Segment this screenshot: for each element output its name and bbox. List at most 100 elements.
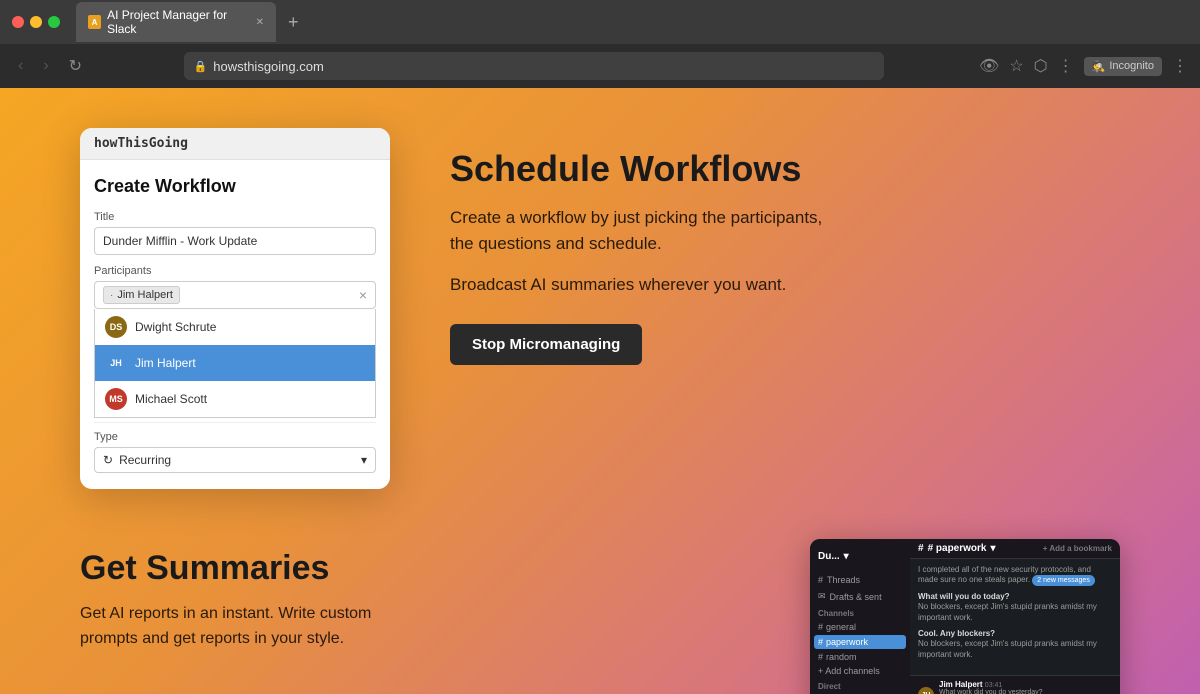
slack-msg-2: What will you do today? No blockers, exc… xyxy=(918,592,1112,623)
chip-bullet: · xyxy=(110,290,113,301)
menu-icon[interactable]: ⋮ xyxy=(1172,56,1188,76)
general-label: general xyxy=(826,622,856,632)
forward-button[interactable]: › xyxy=(37,53,54,79)
threads-label: Threads xyxy=(827,575,860,585)
card-title: Create Workflow xyxy=(94,176,376,197)
dropdown-item-michael[interactable]: MS Michael Scott xyxy=(95,381,375,417)
random-label: random xyxy=(826,652,857,662)
general-hash: # xyxy=(818,622,823,632)
participants-box[interactable]: · Jim Halpert × xyxy=(94,281,376,309)
bottom-section: Get Summaries Get AI reports in an insta… xyxy=(0,519,1200,694)
tab-favicon-icon: A xyxy=(88,15,101,29)
slack-header-chevron: ▾ xyxy=(990,543,995,554)
tab-close-icon[interactable]: ✕ xyxy=(256,17,264,28)
slack-user-info: Jim Halpert 03:41 What work did you do y… xyxy=(939,680,1112,694)
avatar-dwight: DS xyxy=(105,316,127,338)
address-bar[interactable]: 🔒 howsthisgoing.com xyxy=(184,52,884,80)
back-button[interactable]: ‹ xyxy=(12,53,29,79)
slack-channel-hash: # xyxy=(918,543,924,554)
card-header-bar: howThisGoing xyxy=(80,128,390,160)
avatar-michael: MS xyxy=(105,388,127,410)
participants-clear-icon[interactable]: × xyxy=(359,287,367,303)
incognito-badge: 🕵 Incognito xyxy=(1084,57,1162,76)
paperwork-hash: # xyxy=(818,637,823,647)
extensions-icon[interactable]: ⬡ xyxy=(1034,56,1048,76)
slack-messages: I completed all of the new security prot… xyxy=(910,559,1120,675)
slack-channel-name: # paperwork xyxy=(928,543,987,554)
slack-msg-3-header: Cool. Any blockers? xyxy=(918,629,1112,638)
slack-direct-section: Direct xyxy=(810,678,910,693)
slack-workspace-chevron: ▾ xyxy=(844,551,849,562)
slack-jim-avatar: JH xyxy=(918,687,934,694)
slack-drafts-item[interactable]: ✉ Drafts & sent xyxy=(810,588,910,605)
left-bottom: Get Summaries Get AI reports in an insta… xyxy=(80,539,750,652)
participants-section: Participants · Jim Halpert × DS Dwight S… xyxy=(94,265,376,418)
minimize-window-button[interactable] xyxy=(30,16,42,28)
slack-channels-section: Channels xyxy=(810,605,910,620)
paperwork-label: paperwork xyxy=(826,637,868,647)
top-section: howThisGoing Create Workflow Title Dunde… xyxy=(0,88,1200,519)
slack-channel-header: # # paperwork ▾ + Add a bookmark xyxy=(910,539,1120,559)
avatar-jim: JH xyxy=(105,352,127,374)
slack-screenshot: Du... ▾ # Threads ✉ Drafts & sent Channe… xyxy=(810,539,1120,694)
card-header-text: howThisGoing xyxy=(94,136,188,151)
type-label: Type xyxy=(94,431,376,443)
participant-chip: · Jim Halpert xyxy=(103,286,180,304)
type-section: Type ↻ Recurring ▾ xyxy=(94,422,376,473)
type-icon: ↻ xyxy=(103,453,113,467)
tab-bar: A AI Project Manager for Slack ✕ + xyxy=(76,2,1188,42)
right-content: Schedule Workflows Create a workflow by … xyxy=(450,128,830,365)
dropdown-item-dwight[interactable]: DS Dwight Schrute xyxy=(95,309,375,345)
get-summaries-desc: Get AI reports in an instant. Write cust… xyxy=(80,602,420,652)
slack-msg-2-header: What will you do today? xyxy=(918,592,1112,601)
slack-msg-3: Cool. Any blockers? No blockers, except … xyxy=(918,629,1112,660)
incognito-icon: 🕵 xyxy=(1092,60,1106,73)
drafts-label: Drafts & sent xyxy=(830,592,882,602)
slack-threads-item[interactable]: # Threads xyxy=(810,572,910,588)
incognito-label: Incognito xyxy=(1109,60,1154,72)
slack-workspace-label: Du... xyxy=(818,551,840,562)
close-window-button[interactable] xyxy=(12,16,24,28)
dropdown-item-jim-label: Jim Halpert xyxy=(135,356,196,370)
slack-msg-1: I completed all of the new security prot… xyxy=(918,565,1112,586)
add-channels-label: + Add channels xyxy=(818,666,880,676)
type-select-left: ↻ Recurring xyxy=(103,453,171,467)
new-messages-badge: 2 new messages xyxy=(1032,575,1095,586)
schedule-workflows-desc2: Broadcast AI summaries wherever you want… xyxy=(450,272,830,298)
slack-msg-2-text: No blockers, except Jim's stupid pranks … xyxy=(918,602,1112,623)
new-tab-button[interactable]: + xyxy=(280,12,307,33)
slack-bottom-user: JH Jim Halpert 03:41 What work did you d… xyxy=(910,675,1120,694)
dropdown-item-jim[interactable]: JH Jim Halpert xyxy=(95,345,375,381)
card-body: Create Workflow Title Dunder Mifflin - W… xyxy=(80,160,390,489)
type-chevron-icon: ▾ xyxy=(361,453,367,467)
type-value: Recurring xyxy=(119,453,171,467)
title-field[interactable]: Dunder Mifflin - Work Update xyxy=(94,227,376,255)
slack-add-channels[interactable]: + Add channels xyxy=(810,664,910,678)
slack-channel-random[interactable]: # random xyxy=(810,650,910,664)
slack-msg-3-text: No blockers, except Jim's stupid pranks … xyxy=(918,639,1112,660)
type-select[interactable]: ↻ Recurring ▾ xyxy=(94,447,376,473)
stop-micromanaging-button[interactable]: Stop Micromanaging xyxy=(450,324,642,365)
more-icon[interactable]: ⋮ xyxy=(1058,56,1074,76)
workflow-card: howThisGoing Create Workflow Title Dunde… xyxy=(80,128,390,489)
lock-icon: 🔒 xyxy=(194,60,208,73)
slack-channel-general[interactable]: # general xyxy=(810,620,910,634)
slack-bookmark-label: + Add a bookmark xyxy=(1043,544,1112,553)
profile-icon: 👁 xyxy=(979,56,999,76)
schedule-workflows-desc1: Create a workflow by just picking the pa… xyxy=(450,205,830,256)
slack-msg-1-text: I completed all of the new security prot… xyxy=(918,565,1112,586)
slack-user-name: Jim Halpert 03:41 xyxy=(939,680,1112,689)
schedule-workflows-title: Schedule Workflows xyxy=(450,148,830,189)
slack-user-question: What work did you do yesterday? xyxy=(939,689,1112,694)
browser-titlebar: A AI Project Manager for Slack ✕ + xyxy=(0,0,1200,44)
slack-workspace-name: Du... ▾ xyxy=(810,547,910,566)
reload-button[interactable]: ↻ xyxy=(63,52,88,80)
dropdown-item-michael-label: Michael Scott xyxy=(135,392,207,406)
toolbar-right: 👁 ☆ ⬡ ⋮ 🕵 Incognito ⋮ xyxy=(979,56,1188,76)
bookmark-icon[interactable]: ☆ xyxy=(1009,56,1023,76)
maximize-window-button[interactable] xyxy=(48,16,60,28)
browser-chrome: A AI Project Manager for Slack ✕ + ‹ › ↻… xyxy=(0,0,1200,88)
slack-channel-paperwork[interactable]: # paperwork xyxy=(814,635,906,649)
chip-label: Jim Halpert xyxy=(117,289,173,301)
active-tab[interactable]: A AI Project Manager for Slack ✕ xyxy=(76,2,276,42)
